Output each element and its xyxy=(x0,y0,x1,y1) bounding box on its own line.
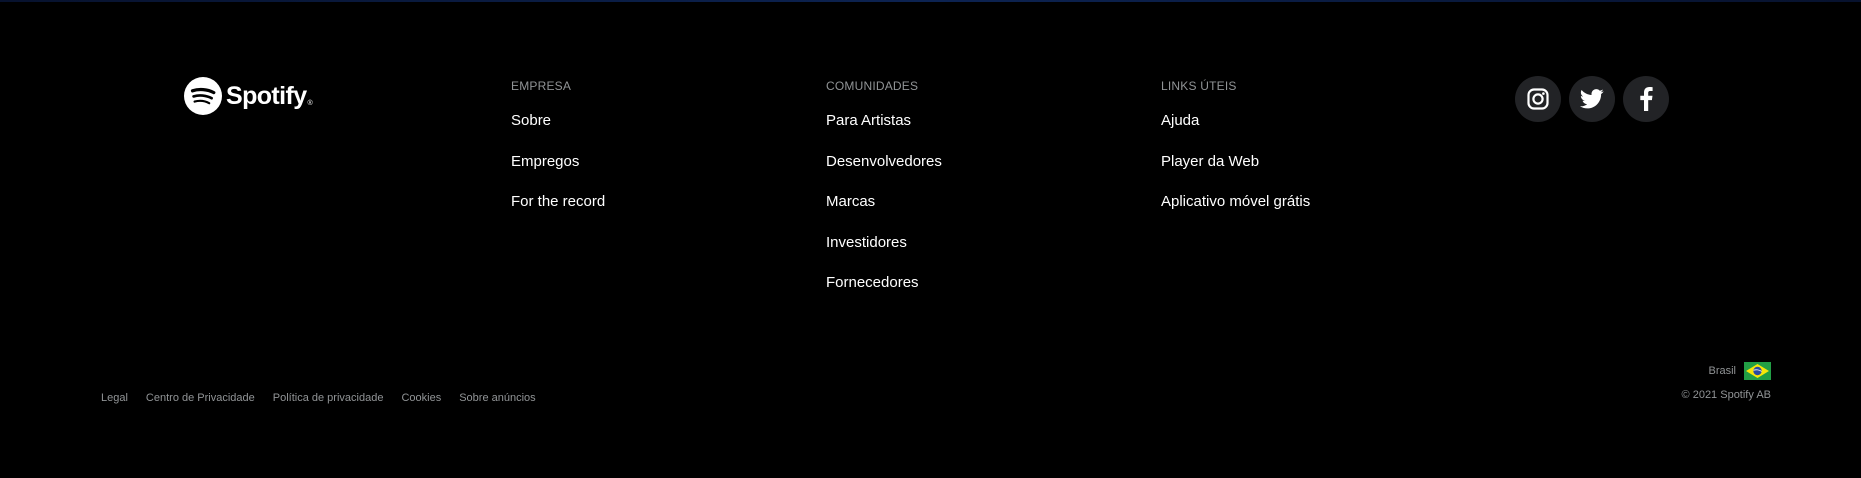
link-sobre[interactable]: Sobre xyxy=(511,111,551,131)
link-empregos[interactable]: Empregos xyxy=(511,152,579,172)
list-item: Cookies xyxy=(401,388,441,406)
facebook-icon xyxy=(1640,87,1653,111)
link-desenvolvedores[interactable]: Desenvolvedores xyxy=(826,152,942,172)
link-centro-de-privacidade[interactable]: Centro de Privacidade xyxy=(146,392,255,404)
list-item: Marcas xyxy=(826,192,942,233)
top-divider xyxy=(0,0,1861,2)
facebook-button[interactable] xyxy=(1623,76,1669,122)
spotify-icon xyxy=(184,77,222,115)
link-ajuda[interactable]: Ajuda xyxy=(1161,111,1199,131)
list-item: Legal xyxy=(101,388,128,406)
list-item: Investidores xyxy=(826,233,942,274)
list-item: Sobre xyxy=(511,111,605,152)
link-investidores[interactable]: Investidores xyxy=(826,233,907,253)
column-heading-empresa: EMPRESA xyxy=(511,79,572,93)
twitter-icon xyxy=(1580,89,1604,109)
logo-wordmark: Spotify xyxy=(226,82,307,110)
spotify-logo[interactable]: Spotify ® xyxy=(184,77,313,115)
country-selector[interactable]: Brasil xyxy=(1708,362,1771,380)
link-fornecedores[interactable]: Fornecedores xyxy=(826,273,919,293)
legal-links: Legal Centro de Privacidade Política de … xyxy=(101,388,554,406)
copyright-text: © 2021 Spotify AB xyxy=(1681,389,1771,401)
footer-column-links-uteis: LINKS ÚTEIS Ajuda Player da Web Aplicati… xyxy=(1161,79,1310,233)
column-heading-comunidades: COMUNIDADES xyxy=(826,79,919,93)
country-label: Brasil xyxy=(1708,365,1736,377)
instagram-button[interactable] xyxy=(1515,76,1561,122)
link-marcas[interactable]: Marcas xyxy=(826,192,875,212)
list-item: Centro de Privacidade xyxy=(146,388,255,406)
instagram-icon xyxy=(1527,88,1549,110)
list-item: Fornecedores xyxy=(826,273,942,314)
link-aplicativo-movel[interactable]: Aplicativo móvel grátis xyxy=(1161,192,1310,212)
list-item: Empregos xyxy=(511,152,605,193)
link-sobre-anuncios[interactable]: Sobre anúncios xyxy=(459,392,535,404)
list-item: Desenvolvedores xyxy=(826,152,942,193)
footer-page: Spotify ® EMPRESA Sobre Empregos For the… xyxy=(0,0,1861,478)
footer-column-empresa: EMPRESA Sobre Empregos For the record xyxy=(511,79,605,233)
brazil-flag-icon xyxy=(1744,362,1771,380)
list-item: Política de privacidade xyxy=(273,388,384,406)
list-item: Player da Web xyxy=(1161,152,1310,193)
list-item: Aplicativo móvel grátis xyxy=(1161,192,1310,233)
logo-trademark: ® xyxy=(307,100,313,107)
list-item: For the record xyxy=(511,192,605,233)
link-player-da-web[interactable]: Player da Web xyxy=(1161,152,1259,172)
link-politica-de-privacidade[interactable]: Política de privacidade xyxy=(273,392,384,404)
link-legal[interactable]: Legal xyxy=(101,392,128,404)
footer-column-comunidades: COMUNIDADES Para Artistas Desenvolvedore… xyxy=(826,79,942,314)
column-heading-links-uteis: LINKS ÚTEIS xyxy=(1161,79,1237,93)
link-cookies[interactable]: Cookies xyxy=(401,392,441,404)
link-para-artistas[interactable]: Para Artistas xyxy=(826,111,911,131)
links-uteis-link-list: Ajuda Player da Web Aplicativo móvel grá… xyxy=(1161,111,1310,233)
comunidades-link-list: Para Artistas Desenvolvedores Marcas Inv… xyxy=(826,111,942,314)
link-for-the-record[interactable]: For the record xyxy=(511,192,605,212)
empresa-link-list: Sobre Empregos For the record xyxy=(511,111,605,233)
twitter-button[interactable] xyxy=(1569,76,1615,122)
list-item: Sobre anúncios xyxy=(459,388,535,406)
social-links xyxy=(1515,76,1669,122)
list-item: Para Artistas xyxy=(826,111,942,152)
list-item: Ajuda xyxy=(1161,111,1310,152)
